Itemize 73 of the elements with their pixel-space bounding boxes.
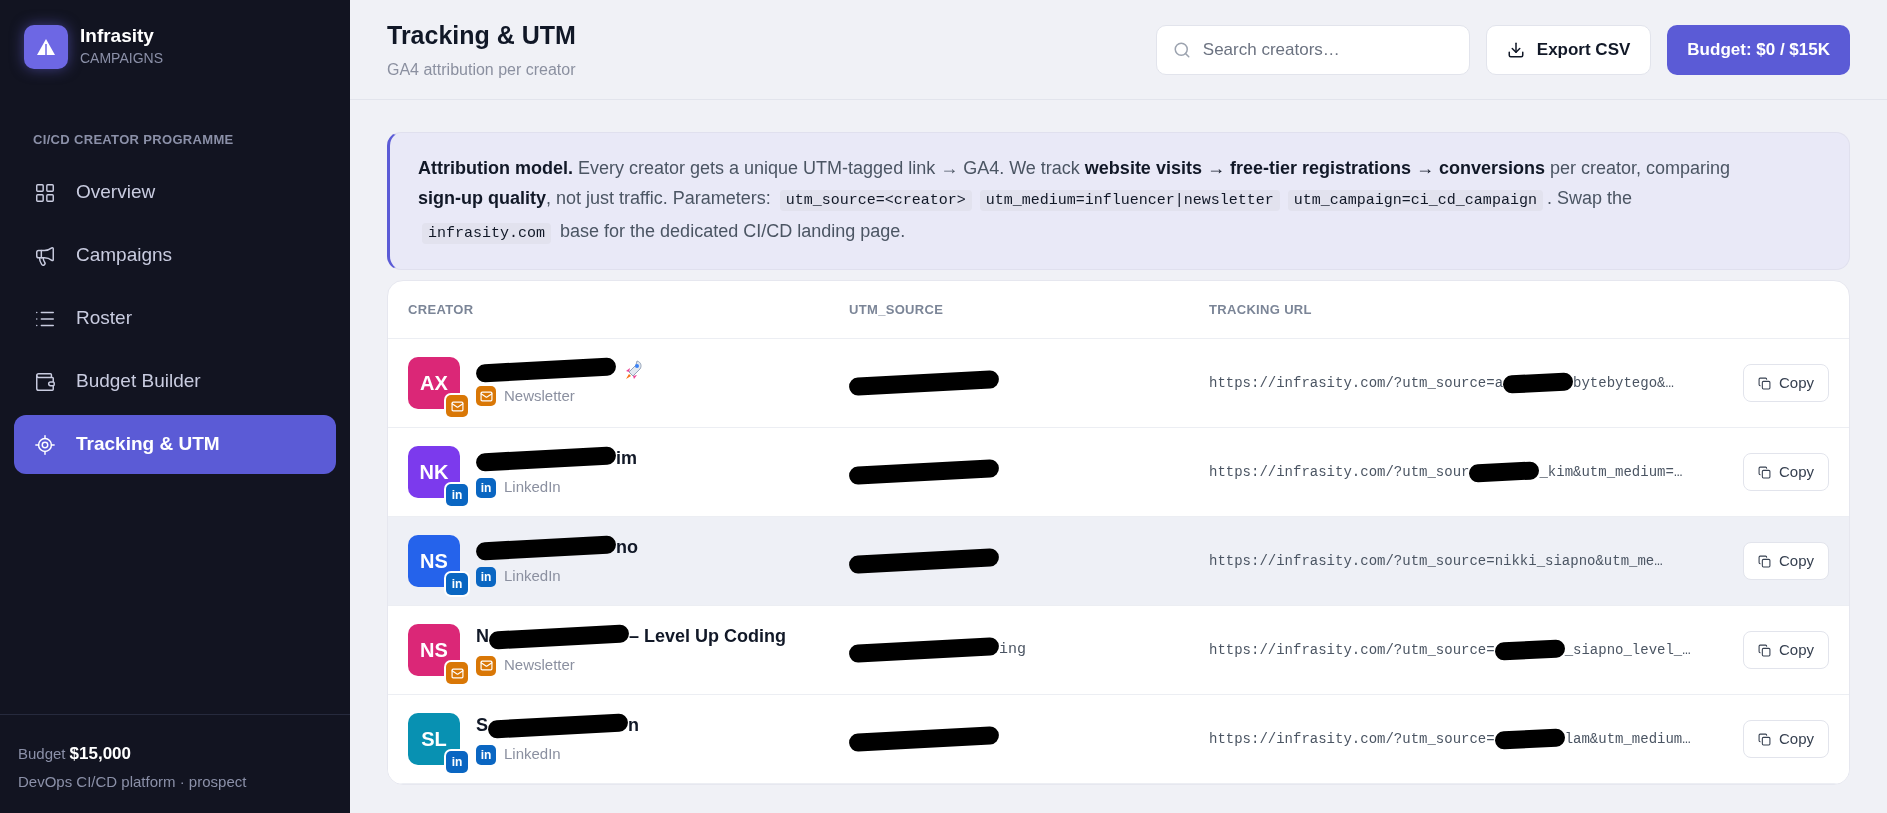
budget-amount: $15,000 bbox=[69, 743, 131, 765]
download-icon bbox=[1506, 40, 1525, 59]
tracking-url: https://infrasity.com/?utm_source=nikki_siapno&utm_me… bbox=[1209, 551, 1663, 571]
copy-icon bbox=[1757, 465, 1771, 479]
copy-button[interactable]: Copy bbox=[1742, 542, 1829, 580]
rocket-icon bbox=[624, 358, 644, 381]
budget-button[interactable]: Budget: $0 / $15K bbox=[1667, 24, 1850, 75]
search-input[interactable]: Search creators… bbox=[1202, 36, 1453, 63]
linkedin-badge: in bbox=[476, 566, 496, 587]
channel-label: LinkedIn bbox=[504, 744, 561, 765]
mail-icon bbox=[476, 386, 496, 406]
channel-label: Newsletter bbox=[504, 385, 575, 406]
utm-source: ing bbox=[999, 639, 1026, 660]
wallet-icon bbox=[34, 370, 56, 393]
brand-name: Infrasity bbox=[80, 24, 155, 48]
copy-button[interactable]: Copy bbox=[1742, 453, 1829, 491]
linkedin-badge: in bbox=[446, 573, 468, 595]
crosshair-icon bbox=[34, 433, 56, 456]
creator-name: no bbox=[616, 536, 638, 560]
tracking-url: https://infrasity.com/?utm_source= bbox=[1209, 729, 1495, 749]
export-button[interactable]: Export CSV bbox=[1485, 24, 1652, 75]
page-title: Tracking & UTM bbox=[387, 19, 577, 51]
page-subtitle: GA4 attribution per creator bbox=[387, 60, 577, 81]
copy-icon bbox=[1757, 554, 1771, 568]
creator-name: N bbox=[476, 625, 489, 649]
search-icon bbox=[1172, 40, 1191, 59]
avatar: AX bbox=[408, 357, 460, 409]
column-header: CREATOR bbox=[408, 300, 475, 319]
nav-item[interactable]: Budget Builder bbox=[14, 352, 336, 411]
tracking-url: lam&utm_medium… bbox=[1564, 729, 1691, 749]
grid-icon bbox=[34, 181, 56, 204]
column-header: TRACKING URL bbox=[1209, 300, 1313, 319]
section-label: CI/CD CREATOR PROGRAMME bbox=[33, 132, 234, 147]
tracking-url: _kim&utm_medium=… bbox=[1539, 462, 1683, 482]
channel-label: LinkedIn bbox=[504, 477, 561, 498]
tracking-url: bytebytego&… bbox=[1573, 373, 1674, 393]
logo-icon bbox=[24, 24, 68, 69]
tracking-url: _siapno_level_… bbox=[1564, 640, 1691, 660]
channel-label: LinkedIn bbox=[504, 566, 561, 587]
column-header: UTM_SOURCE bbox=[849, 300, 945, 319]
nav-item[interactable]: Campaigns bbox=[14, 226, 336, 285]
copy-icon bbox=[1757, 643, 1771, 657]
client-note: DevOps CI/CD platform · prospect bbox=[18, 771, 248, 792]
nav-item[interactable]: Roster bbox=[14, 289, 336, 348]
info-paragraph: Attribution model. Every creator gets a unique UTM-tagged link → GA4. We track website visits → free-tier registrations → conversions per creator, comparing sign-up quality, not just traffic. Parameters: utm_source=<creator> utm_medium=influencer|newsletter utm_campaign=ci_cd_campaign . Swap the infrasity.com base for the dedicated CI/CD landing page. bbox=[418, 157, 1732, 246]
table-row[interactable]: NS in no in LinkedIn https://infrasity.com/?utm_source=nikki_siapno&utm_me… Copy bbox=[388, 517, 1849, 606]
creator-name: S bbox=[476, 714, 488, 738]
linkedin-badge: in bbox=[446, 484, 468, 506]
creator-name: im bbox=[616, 447, 637, 471]
nav-item[interactable]: Overview bbox=[14, 163, 336, 222]
tracking-url: https://infrasity.com/?utm_sour bbox=[1209, 462, 1470, 482]
copy-button[interactable]: Copy bbox=[1742, 364, 1829, 402]
brand-subtitle: CAMPAIGNS bbox=[80, 49, 163, 68]
budget-label: Budget bbox=[18, 744, 66, 764]
nav-item[interactable]: Tracking & UTM bbox=[14, 415, 336, 474]
copy-button[interactable]: Copy bbox=[1742, 720, 1829, 758]
linkedin-badge: in bbox=[476, 744, 496, 765]
copy-icon bbox=[1757, 732, 1771, 746]
linkedin-badge: in bbox=[446, 751, 468, 773]
tracking-url: https://infrasity.com/?utm_source=a bbox=[1209, 373, 1504, 393]
search-field[interactable]: Search creators… bbox=[1155, 24, 1470, 75]
megaphone-icon bbox=[34, 244, 56, 267]
tracking-url: https://infrasity.com/?utm_source= bbox=[1209, 640, 1495, 660]
mail-icon bbox=[476, 655, 496, 676]
copy-button[interactable]: Copy bbox=[1742, 631, 1829, 669]
creator-name: n bbox=[628, 714, 639, 738]
avatar: NS bbox=[408, 624, 460, 676]
channel-label: Newsletter bbox=[504, 655, 575, 676]
mail-icon bbox=[446, 662, 468, 684]
mail-icon bbox=[446, 395, 468, 417]
creator-name: – Level Up Coding bbox=[629, 625, 787, 649]
linkedin-badge: in bbox=[476, 477, 496, 498]
copy-icon bbox=[1757, 376, 1771, 390]
